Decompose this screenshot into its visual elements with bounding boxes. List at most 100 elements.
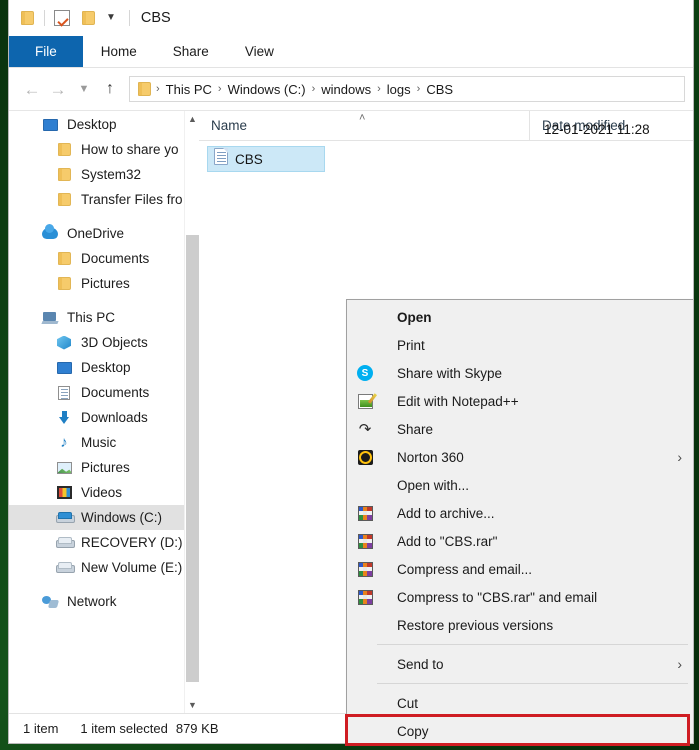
menu-item-label: Edit with Notepad++ <box>397 393 519 409</box>
sidebar-item-label: Documents <box>81 385 150 400</box>
sidebar-item-onedrive[interactable]: OneDrive <box>9 221 199 246</box>
recent-locations-icon[interactable]: ▼ <box>71 76 97 102</box>
menu-item-label: Open with... <box>397 477 470 493</box>
menu-item-share[interactable]: ↷ Share <box>347 415 693 443</box>
tab-view[interactable]: View <box>227 36 292 67</box>
menu-separator <box>377 683 688 684</box>
menu-item-cut[interactable]: Cut <box>347 689 693 717</box>
window-title: CBS <box>140 10 171 26</box>
folder-icon <box>17 8 37 28</box>
sidebar-item-videos[interactable]: Videos <box>9 480 199 505</box>
navigation-pane: Desktop How to share yo System32 Transfe… <box>9 111 199 713</box>
documents-icon <box>55 385 73 400</box>
sidebar-item-system32[interactable]: System32 <box>9 162 199 187</box>
sidebar-item-label: How to share yo <box>81 142 179 157</box>
submenu-arrow-icon: › <box>677 656 682 672</box>
sidebar-item-this-pc[interactable]: This PC <box>9 305 199 330</box>
breadcrumb-this-pc[interactable]: This PC <box>161 82 217 97</box>
tab-file[interactable]: File <box>9 36 83 67</box>
divider <box>128 10 130 26</box>
onedrive-cloud-icon <box>41 224 59 239</box>
menu-item-print[interactable]: Print <box>347 331 693 359</box>
breadcrumb-windows[interactable]: windows <box>316 82 376 97</box>
folder-icon[interactable] <box>78 8 98 28</box>
menu-item-restore-previous-versions[interactable]: Restore previous versions <box>347 611 693 639</box>
sidebar-item-desktop-pc[interactable]: Desktop <box>9 355 199 380</box>
menu-item-label: Compress and email... <box>397 561 533 577</box>
column-header-name[interactable]: Name ˄ <box>199 112 529 133</box>
forward-arrow-icon[interactable]: → <box>45 76 71 102</box>
table-row[interactable]: CBS <box>207 146 325 172</box>
videos-icon <box>55 486 73 499</box>
menu-item-add-to-cbs-rar[interactable]: Add to "CBS.rar" <box>347 527 693 555</box>
sidebar-item-label: Documents <box>81 251 150 266</box>
address-bar: ← → ▼ ↑ › This PC › Windows (C:) › windo… <box>9 68 693 110</box>
winrar-icon <box>351 589 379 605</box>
sidebar-item-label: Videos <box>81 485 123 500</box>
tab-share[interactable]: Share <box>155 36 227 67</box>
breadcrumb-windows-c[interactable]: Windows (C:) <box>223 82 311 97</box>
sidebar-item-windows-c[interactable]: Windows (C:) <box>9 505 199 530</box>
menu-item-norton-360[interactable]: Norton 360 › <box>347 443 693 471</box>
sidebar-item-label: RECOVERY (D:) <box>81 535 183 550</box>
sidebar-item-pictures[interactable]: Pictures <box>9 455 199 480</box>
menu-item-copy[interactable]: Copy <box>347 717 693 743</box>
menu-item-edit-with-notepadpp[interactable]: Edit with Notepad++ <box>347 387 693 415</box>
sidebar-item-transfer-files[interactable]: Transfer Files fro <box>9 187 199 212</box>
winrar-icon <box>351 505 379 521</box>
breadcrumb-cbs[interactable]: CBS <box>421 82 458 97</box>
file-explorer-window: ▼ CBS File Home Share View ← → ▼ ↑ › Thi… <box>8 0 694 744</box>
sidebar-item-label: Transfer Files fro <box>81 192 183 207</box>
menu-item-send-to[interactable]: Send to › <box>347 650 693 678</box>
music-icon: ♪ <box>60 433 68 451</box>
up-arrow-icon[interactable]: ↑ <box>97 76 123 102</box>
back-arrow-icon[interactable]: ← <box>19 76 45 102</box>
menu-item-label: Share with Skype <box>397 365 503 381</box>
status-item-count: 1 item <box>23 721 59 736</box>
status-selection-group: 1 item selected 879 KB <box>80 721 218 736</box>
tab-home[interactable]: Home <box>83 36 155 67</box>
scroll-up-icon[interactable]: ▲ <box>185 111 199 127</box>
windows-drive-icon <box>55 512 75 523</box>
this-pc-icon <box>41 311 59 324</box>
breadcrumb[interactable]: › This PC › Windows (C:) › windows › log… <box>129 76 685 102</box>
folder-icon <box>55 168 73 181</box>
menu-item-share-with-skype[interactable]: S Share with Skype <box>347 359 693 387</box>
3d-objects-icon <box>55 335 73 350</box>
menu-item-label: Open <box>397 309 432 325</box>
network-icon <box>41 595 59 608</box>
menu-item-label: Share <box>397 421 434 437</box>
downloads-icon <box>55 410 73 425</box>
navigation-list: Desktop How to share yo System32 Transfe… <box>9 111 199 614</box>
menu-item-open-with[interactable]: Open with... <box>347 471 693 499</box>
sidebar-item-new-volume-e[interactable]: New Volume (E:) <box>9 555 199 580</box>
menu-item-label: Add to archive... <box>397 505 495 521</box>
scrollbar-thumb[interactable] <box>186 235 199 682</box>
checkbox-icon[interactable] <box>52 8 72 28</box>
winrar-icon <box>351 533 379 549</box>
sidebar-item-network[interactable]: Network <box>9 589 199 614</box>
winrar-icon <box>351 561 379 577</box>
chevron-down-icon[interactable]: ▼ <box>106 13 116 23</box>
menu-item-open[interactable]: Open <box>347 303 693 331</box>
menu-item-compress-to-cbs-rar-and-email[interactable]: Compress to "CBS.rar" and email <box>347 583 693 611</box>
sidebar-item-how-to-share[interactable]: How to share yo <box>9 137 199 162</box>
sidebar-item-label: Desktop <box>81 360 131 375</box>
sidebar-item-onedrive-pictures[interactable]: Pictures <box>9 271 199 296</box>
sidebar-item-label: Downloads <box>81 410 148 425</box>
navigation-scrollbar[interactable]: ▲ ▼ <box>184 111 199 713</box>
sidebar-item-desktop[interactable]: Desktop <box>9 112 199 137</box>
sidebar-item-label: Desktop <box>67 117 117 132</box>
sidebar-item-documents[interactable]: Documents <box>9 380 199 405</box>
sidebar-item-music[interactable]: ♪ Music <box>9 430 199 455</box>
menu-item-add-to-archive[interactable]: Add to archive... <box>347 499 693 527</box>
sidebar-item-recovery-d[interactable]: RECOVERY (D:) <box>9 530 199 555</box>
sidebar-item-downloads[interactable]: Downloads <box>9 405 199 430</box>
menu-item-compress-and-email[interactable]: Compress and email... <box>347 555 693 583</box>
pictures-icon <box>55 461 73 474</box>
breadcrumb-logs[interactable]: logs <box>382 82 416 97</box>
scroll-down-icon[interactable]: ▼ <box>185 697 199 713</box>
sidebar-item-3d-objects[interactable]: 3D Objects <box>9 330 199 355</box>
sidebar-item-onedrive-documents[interactable]: Documents <box>9 246 199 271</box>
